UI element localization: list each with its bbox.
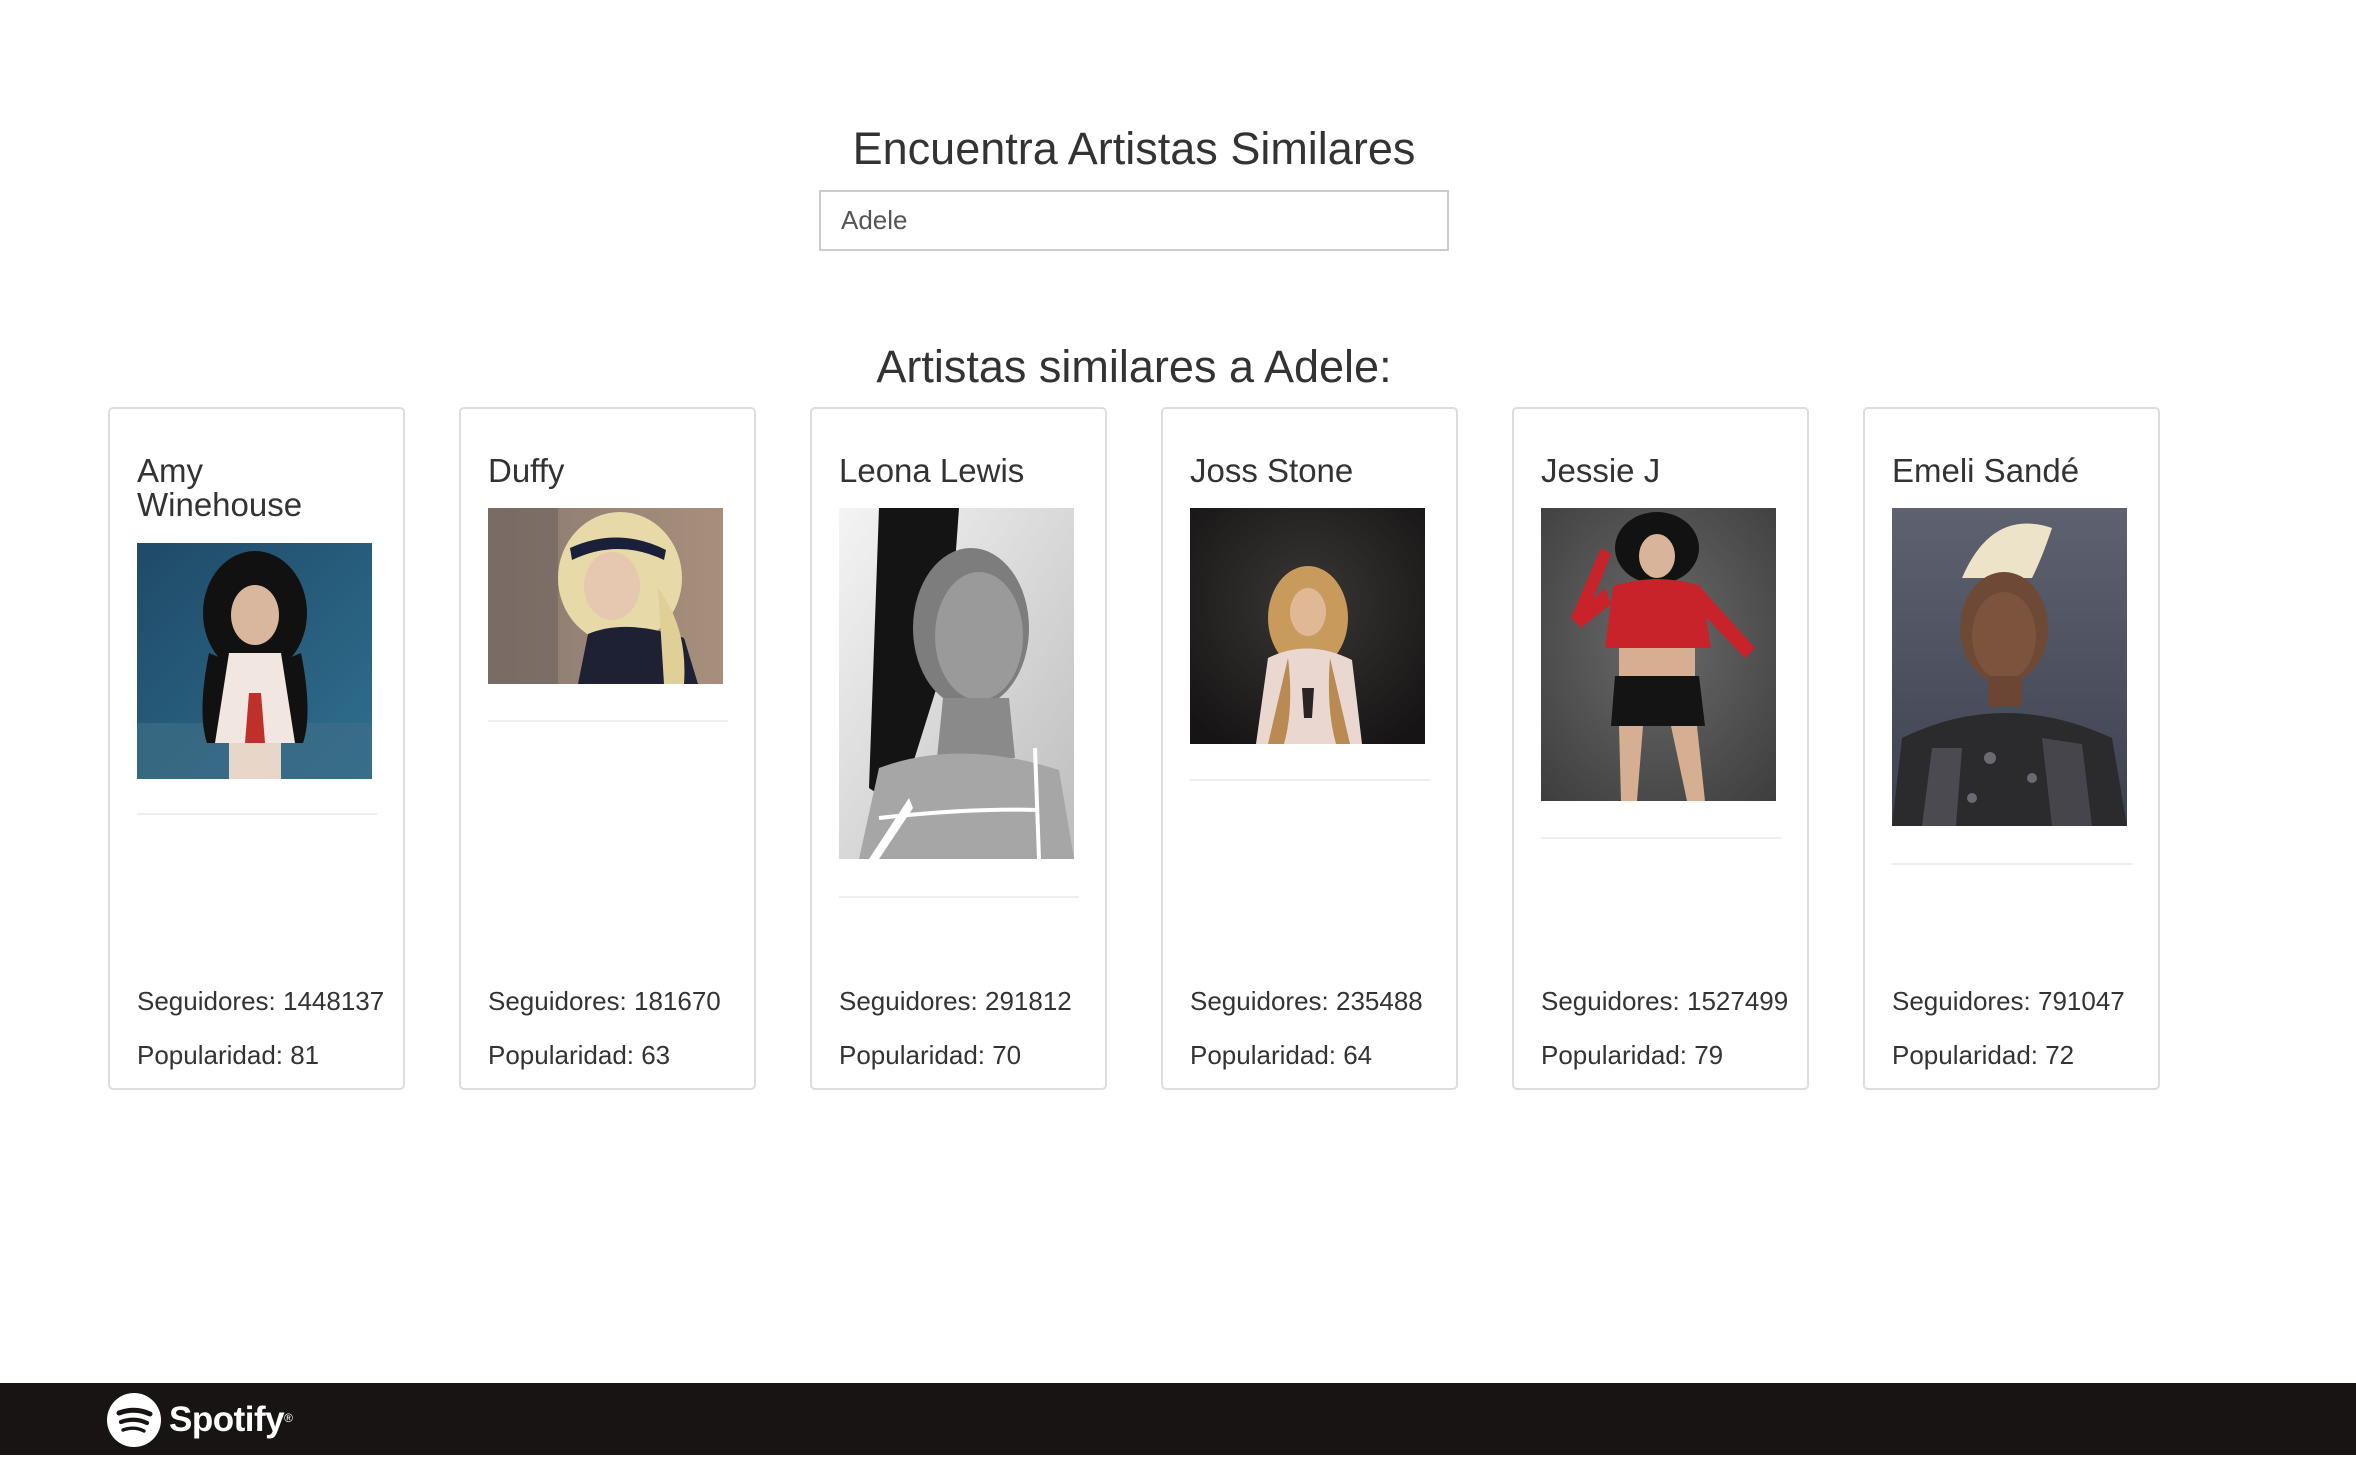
popularity-score: Popularidad: 79 — [1541, 1040, 1724, 1070]
results-heading: Artistas similares a Adele: — [876, 341, 1392, 392]
popularity-score: Popularidad: 72 — [1892, 1040, 2075, 1070]
artist-name: Emeli Sandé — [1892, 452, 2080, 489]
artist-card: Duffy Seguidores: 181670 Popularidad: 63 — [459, 407, 756, 1090]
followers-count: Seguidores: 235488 — [1190, 986, 1423, 1016]
popularity-score: Popularidad: 64 — [1190, 1040, 1373, 1070]
artist-name: Duffy — [488, 452, 565, 489]
artist-search-input[interactable] — [819, 190, 1449, 251]
spotify-logo-icon — [107, 1393, 161, 1447]
followers-count: Seguidores: 181670 — [488, 986, 721, 1016]
artist-photo — [1190, 508, 1425, 744]
card-divider — [839, 896, 1079, 898]
artist-card: Joss Stone Seguidores: 235488 Popularida… — [1161, 407, 1458, 1090]
popularity-score: Popularidad: 63 — [488, 1040, 671, 1070]
card-divider — [488, 720, 728, 722]
followers-count: Seguidores: 791047 — [1892, 986, 2125, 1016]
followers-count: Seguidores: 291812 — [839, 986, 1072, 1016]
spotify-logo[interactable]: Spotify ® — [107, 1393, 293, 1447]
artist-card: Amy Winehouse Seguidores: 1448137 Popula… — [108, 407, 405, 1090]
artist-card: Jessie J Seguidores: 1527499 Popularidad… — [1512, 407, 1809, 1090]
spotify-wordmark: Spotify — [169, 1400, 285, 1439]
card-divider — [137, 813, 377, 815]
popularity-score: Popularidad: 81 — [137, 1040, 320, 1070]
trademark-symbol: ® — [284, 1411, 293, 1425]
card-divider — [1892, 863, 2132, 865]
artist-photo — [1541, 508, 1776, 801]
artist-photo — [839, 508, 1074, 859]
page-title: Encuentra Artistas Similares — [852, 123, 1416, 174]
artist-name: Amy Winehouse — [137, 452, 303, 523]
card-divider — [1190, 779, 1430, 781]
artist-card: Emeli Sandé Seguidores: 791047 Popularid… — [1863, 407, 2160, 1090]
artist-card: Leona Lewis Seguidores: 291812 Popularid… — [810, 407, 1107, 1090]
artist-name: Joss Stone — [1190, 452, 1354, 489]
artist-name: Leona Lewis — [839, 452, 1025, 489]
artist-photo — [1892, 508, 2127, 826]
footer: Spotify ® — [0, 1383, 2356, 1455]
followers-count: Seguidores: 1448137 — [137, 986, 385, 1016]
card-divider — [1541, 837, 1781, 839]
followers-count: Seguidores: 1527499 — [1541, 986, 1789, 1016]
popularity-score: Popularidad: 70 — [839, 1040, 1022, 1070]
artist-name: Jessie J — [1541, 452, 1661, 489]
artist-photo — [137, 543, 372, 779]
artist-photo — [488, 508, 723, 684]
